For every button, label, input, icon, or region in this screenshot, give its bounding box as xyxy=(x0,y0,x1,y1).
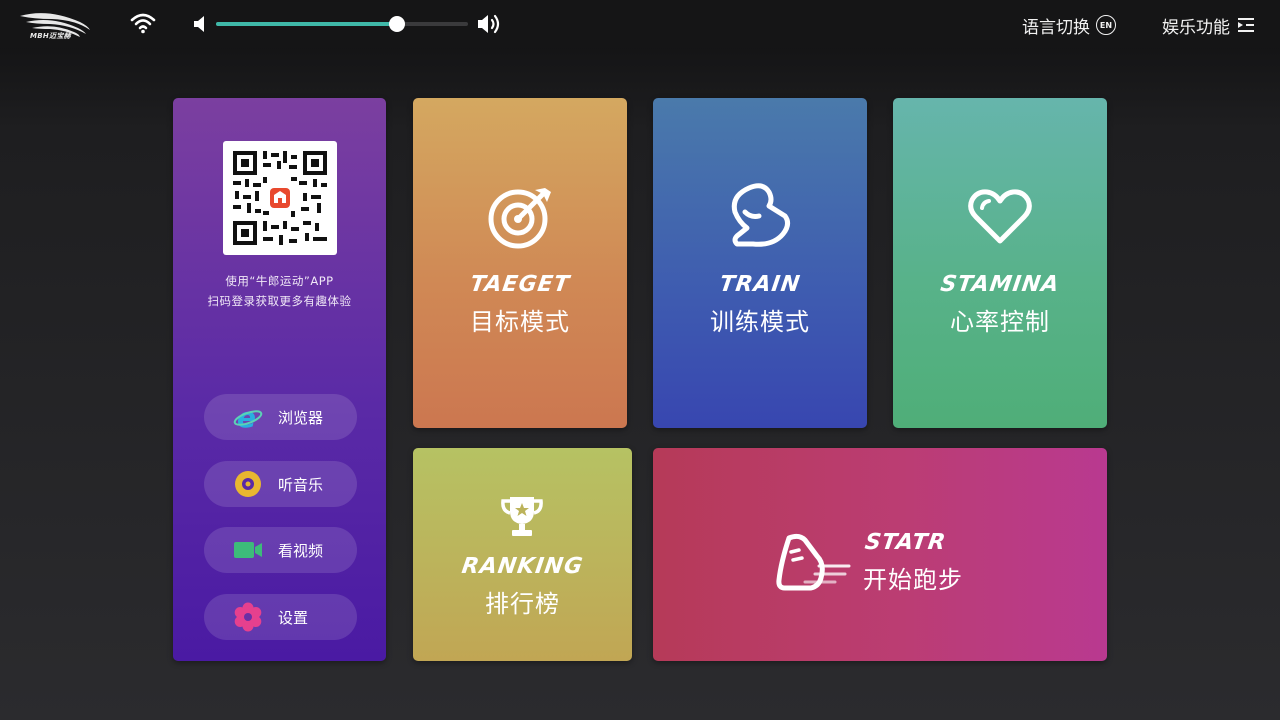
stamina-cn-title: 心率控制 xyxy=(950,308,1050,336)
start-running-en-title: STATR xyxy=(863,530,948,555)
qr-caption-line2: 扫码登录获取更多有趣体验 xyxy=(207,294,352,308)
volume-slider[interactable] xyxy=(216,16,468,32)
trophy-icon xyxy=(501,497,543,536)
music-button[interactable]: 听音乐 xyxy=(204,461,357,507)
qr-caption-line1: 使用“牛郎运动”APP xyxy=(225,274,334,288)
browser-icon: e xyxy=(233,402,263,432)
heart-icon xyxy=(968,189,1032,244)
music-label: 听音乐 xyxy=(278,475,324,494)
volume-slider-thumb[interactable] xyxy=(389,16,406,32)
target-mode-cn-title: 目标模式 xyxy=(470,308,570,336)
start-running-cn-title: 开始跑步 xyxy=(863,566,963,594)
entertainment-label: 娱乐功能 xyxy=(1162,17,1230,38)
entertainment-button[interactable]: 娱乐功能 xyxy=(1162,12,1255,38)
train-mode-en-title: TRAIN xyxy=(717,272,803,297)
browser-button[interactable]: e 浏览器 xyxy=(204,394,357,440)
ranking-en-title: RANKING xyxy=(460,554,585,579)
video-button[interactable]: 看视频 xyxy=(204,527,357,573)
language-en-icon: EN xyxy=(1096,15,1116,35)
music-icon xyxy=(235,471,261,497)
wifi-icon xyxy=(130,13,156,34)
train-mode-tile[interactable]: TRAIN 训练模式 xyxy=(653,98,867,428)
start-running-tile[interactable]: STATR 开始跑步 xyxy=(653,448,1107,661)
brand-text: MBH迈宝赫 xyxy=(30,32,71,40)
target-mode-en-title: TAEGET xyxy=(468,272,572,297)
settings-label: 设置 xyxy=(278,608,309,627)
ranking-cn-title: 排行榜 xyxy=(485,590,560,618)
volume-high-icon[interactable] xyxy=(476,12,504,36)
top-bar: MBH迈宝赫 语言切换 EN 娱乐功能 xyxy=(0,0,1280,48)
qr-code-icon xyxy=(233,151,327,245)
shoe-icon xyxy=(776,533,851,591)
qr-code xyxy=(223,141,337,255)
menu-icon xyxy=(1238,18,1254,32)
browser-label: 浏览器 xyxy=(278,408,324,427)
stamina-tile[interactable]: STAMINA 心率控制 xyxy=(893,98,1107,428)
train-mode-cn-title: 训练模式 xyxy=(710,308,810,336)
volume-slider-fill xyxy=(216,22,398,26)
video-label: 看视频 xyxy=(278,541,324,560)
language-switch-button[interactable]: 语言切换 EN xyxy=(1022,12,1116,38)
ranking-tile[interactable]: RANKING 排行榜 xyxy=(413,448,632,661)
side-panel: 使用“牛郎运动”APP 扫码登录获取更多有趣体验 e 浏览器 听音乐 看视频 设… xyxy=(173,98,386,661)
stamina-en-title: STAMINA xyxy=(938,272,1062,297)
language-switch-label: 语言切换 xyxy=(1022,17,1090,38)
video-icon xyxy=(234,542,262,558)
settings-button[interactable]: 设置 xyxy=(204,594,357,640)
settings-icon xyxy=(234,602,262,632)
volume-low-icon[interactable] xyxy=(192,14,208,34)
target-mode-tile[interactable]: TAEGET 目标模式 xyxy=(413,98,627,428)
muscle-icon xyxy=(731,183,791,247)
target-icon xyxy=(488,188,551,249)
